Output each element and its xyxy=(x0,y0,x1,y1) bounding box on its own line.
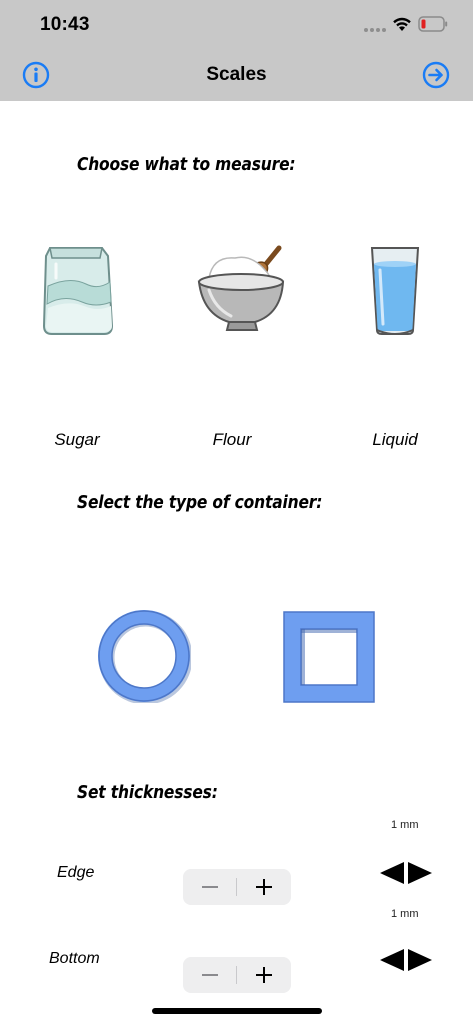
navigation-bar: 10:43 Scales xyxy=(0,0,473,101)
left-right-arrows-icon[interactable] xyxy=(380,862,432,884)
ingredient-label-flour: Flour xyxy=(212,430,252,449)
battery-low-icon xyxy=(418,16,448,32)
round-container-icon[interactable] xyxy=(97,609,191,703)
bottom-stepper xyxy=(183,957,291,993)
plus-icon xyxy=(256,879,272,895)
bottom-decrement-button[interactable] xyxy=(183,957,237,993)
minus-icon xyxy=(202,886,218,888)
bottom-label: Bottom xyxy=(49,950,100,967)
status-time: 10:43 xyxy=(40,14,90,35)
ingredient-label-sugar: Sugar xyxy=(54,430,100,449)
sugar-bag-icon xyxy=(42,247,114,335)
edge-label: Edge xyxy=(57,864,95,881)
edge-unit-label: 1 mm xyxy=(391,819,419,831)
liquid-option[interactable]: Liquid xyxy=(340,232,450,462)
edge-increment-button[interactable] xyxy=(237,869,291,905)
sugar-option[interactable]: Sugar xyxy=(22,232,132,462)
flour-bowl-icon xyxy=(197,245,285,331)
water-glass-icon xyxy=(370,247,420,335)
arrow-right-circle-icon[interactable] xyxy=(422,61,450,89)
bottom-unit-label: 1 mm xyxy=(391,908,419,920)
left-right-arrows-icon[interactable] xyxy=(380,949,432,971)
ingredient-label-liquid: Liquid xyxy=(372,430,418,449)
wifi-icon xyxy=(393,17,411,31)
page-title: Scales xyxy=(206,64,267,85)
thickness-heading: Set thicknesses: xyxy=(77,782,218,803)
edge-decrement-button[interactable] xyxy=(183,869,237,905)
signal-dots-icon xyxy=(364,28,386,32)
edge-stepper xyxy=(183,869,291,905)
home-indicator[interactable] xyxy=(152,1008,322,1014)
minus-icon xyxy=(202,974,218,976)
container-heading: Select the type of container: xyxy=(77,492,323,513)
plus-icon xyxy=(256,967,272,983)
measure-heading: Choose what to measure: xyxy=(77,154,296,175)
bottom-increment-button[interactable] xyxy=(237,957,291,993)
flour-option[interactable]: Flour xyxy=(177,232,287,462)
square-container-icon[interactable] xyxy=(282,610,376,704)
